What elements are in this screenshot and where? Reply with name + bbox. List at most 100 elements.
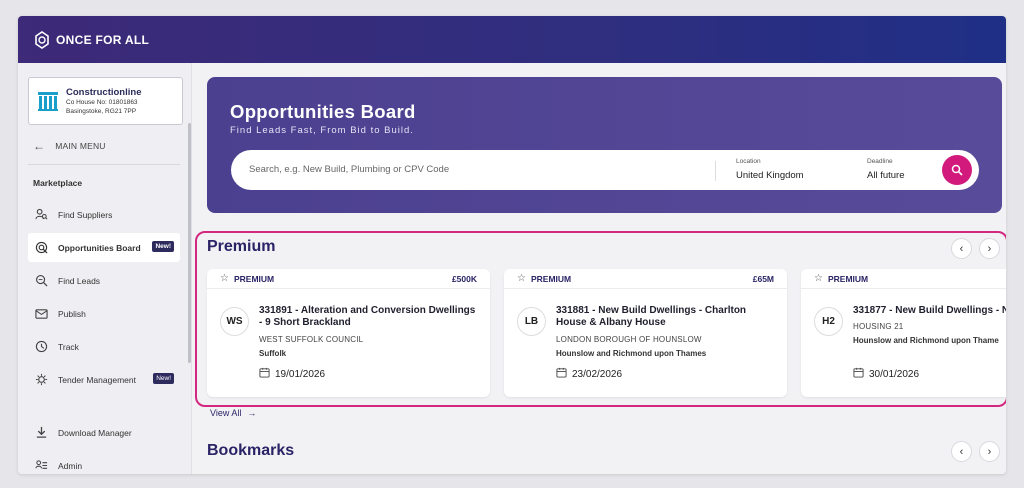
deadline-select[interactable]: All future (867, 170, 905, 181)
download-icon (34, 426, 48, 440)
track-icon (34, 340, 48, 354)
card-location: Hounslow and Richmond upon Thame (853, 336, 999, 345)
admin-icon (34, 459, 48, 473)
search-icon (951, 164, 963, 176)
sidebar-item-publish[interactable]: Publish (28, 299, 180, 328)
brand-name[interactable]: ONCE FOR ALL (56, 33, 149, 47)
company-house-number: Co House No: 01801863 (66, 98, 138, 106)
main-menu-link[interactable]: ← MAIN MENU (33, 139, 106, 153)
sidebar-item-admin[interactable]: Admin (28, 451, 180, 474)
sidebar-item-opportunities-board[interactable]: Opportunities Board New! (28, 233, 180, 262)
bookmarks-heading: Bookmarks (207, 442, 295, 459)
buyer-avatar: LB (517, 307, 546, 336)
sidebar-item-find-suppliers[interactable]: Find Suppliers (28, 200, 180, 229)
card-date: 30/01/2026 (869, 368, 920, 380)
tender-icon (34, 373, 48, 387)
divider (715, 161, 716, 181)
location-label: Location (736, 158, 761, 165)
buyer-avatar: H2 (814, 307, 843, 336)
star-icon[interactable]: ☆ (517, 273, 526, 284)
sidebar-item-label: Download Manager (58, 427, 132, 438)
page-tagline: Find Leads Fast, From Bid to Build. (230, 125, 414, 136)
card-title-line: 331891 - Alteration and Conversion Dwell… (259, 305, 476, 316)
star-icon[interactable]: ☆ (814, 273, 823, 284)
card-title-line: - 9 Short Brackland (259, 317, 351, 328)
page-title: Opportunities Board (230, 101, 416, 122)
opportunities-hero: Opportunities Board Find Leads Fast, Fro… (207, 77, 1002, 213)
card-title-line: 331881 - New Build Dwellings - Charlton (556, 305, 747, 316)
search-icon (34, 274, 48, 288)
card-buyer: HOUSING 21 (853, 322, 904, 331)
deadline-label: Deadline (867, 158, 893, 165)
sidebar-scrollbar[interactable] (188, 123, 191, 363)
search-button[interactable] (942, 155, 972, 185)
building-icon (37, 90, 59, 112)
card-title[interactable]: 331877 - New Build Dwellings - N (853, 305, 1006, 317)
card-location: Suffolk (259, 349, 287, 358)
opportunities-icon (34, 241, 48, 255)
sidebar-item-tender-management[interactable]: Tender Management New! (28, 365, 180, 394)
sidebar-item-download-manager[interactable]: Download Manager (28, 418, 180, 447)
card-location: Hounslow and Richmond upon Thames (556, 349, 707, 358)
view-all-link[interactable]: View All → (210, 408, 256, 418)
find-suppliers-icon (34, 208, 48, 222)
sidebar: Constructionline Co House No: 01801863 B… (18, 63, 192, 474)
logo-icon (32, 30, 52, 50)
location-select[interactable]: United Kingdom (736, 170, 804, 181)
sidebar-item-label: Tender Management (58, 374, 136, 385)
card-buyer: WEST SUFFOLK COUNCIL (259, 335, 364, 344)
card-title-line: House & Albany House (556, 317, 666, 328)
chevron-right-icon: › (987, 242, 992, 255)
opportunity-card[interactable]: ☆ PREMIUM £65M LB 331881 - New Build Dwe… (504, 269, 787, 397)
calendar-icon (556, 367, 567, 381)
card-date: 19/01/2026 (275, 368, 326, 380)
card-title-line: 331877 - New Build Dwellings - N (853, 305, 1006, 316)
new-badge: New! (153, 373, 174, 384)
card-date: 23/02/2026 (572, 368, 623, 380)
sidebar-item-label: Publish (58, 308, 86, 319)
sidebar-item-label: Find Suppliers (58, 209, 113, 220)
opportunity-card[interactable]: ☆ PREMIUM £500K WS 331891 - Alteration a… (207, 269, 490, 397)
opportunity-card[interactable]: ☆ PREMIUM H2 331877 - New Build Dwelling… (801, 269, 1006, 397)
card-tier: PREMIUM (233, 273, 275, 284)
chevron-left-icon: ‹ (959, 242, 964, 255)
search-input[interactable]: Search, e.g. New Build, Plumbing or CPV … (249, 164, 449, 175)
bookmarks-prev-button[interactable]: ‹ (951, 441, 972, 462)
card-header: ☆ PREMIUM (801, 269, 1006, 289)
premium-heading: Premium (207, 238, 276, 255)
app-window: ONCE FOR ALL Constructionline Co House N… (18, 16, 1006, 474)
sidebar-item-label: Admin (58, 460, 83, 471)
card-deadline: 23/02/2026 (556, 367, 622, 381)
buyer-avatar: WS (220, 307, 249, 336)
card-title[interactable]: 331891 - Alteration and Conversion Dwell… (259, 305, 475, 329)
card-deadline: 19/01/2026 (259, 367, 325, 381)
search-bar[interactable]: Search, e.g. New Build, Plumbing or CPV … (231, 150, 979, 190)
card-header: ☆ PREMIUM £500K (207, 269, 490, 289)
sidebar-item-label: Track (58, 341, 79, 352)
card-header: ☆ PREMIUM £65M (504, 269, 787, 289)
chevron-right-icon: › (987, 445, 992, 458)
view-all-label: View All (210, 408, 242, 418)
company-card[interactable]: Constructionline Co House No: 01801863 B… (28, 77, 183, 125)
calendar-icon (259, 367, 270, 381)
new-badge: New! (152, 241, 174, 252)
card-value: £500K (451, 273, 477, 284)
card-deadline: 30/01/2026 (853, 367, 919, 381)
card-tier: PREMIUM (530, 273, 572, 284)
carousel-prev-button[interactable]: ‹ (951, 238, 972, 259)
main-menu-label: MAIN MENU (55, 141, 106, 151)
arrow-right-icon: → (247, 408, 257, 418)
card-tier: PREMIUM (827, 273, 869, 284)
top-bar: ONCE FOR ALL (18, 16, 1006, 63)
star-icon[interactable]: ☆ (220, 273, 229, 284)
publish-icon (34, 307, 48, 321)
sidebar-item-track[interactable]: Track (28, 332, 180, 361)
carousel-next-button[interactable]: › (979, 238, 1000, 259)
card-value: £65M (752, 273, 774, 284)
arrow-left-icon: ← (33, 139, 46, 153)
bookmarks-next-button[interactable]: › (979, 441, 1000, 462)
card-title[interactable]: 331881 - New Build Dwellings - Charlton … (556, 305, 746, 329)
chevron-left-icon: ‹ (959, 445, 964, 458)
divider (28, 164, 180, 165)
sidebar-item-find-leads[interactable]: Find Leads (28, 266, 180, 295)
